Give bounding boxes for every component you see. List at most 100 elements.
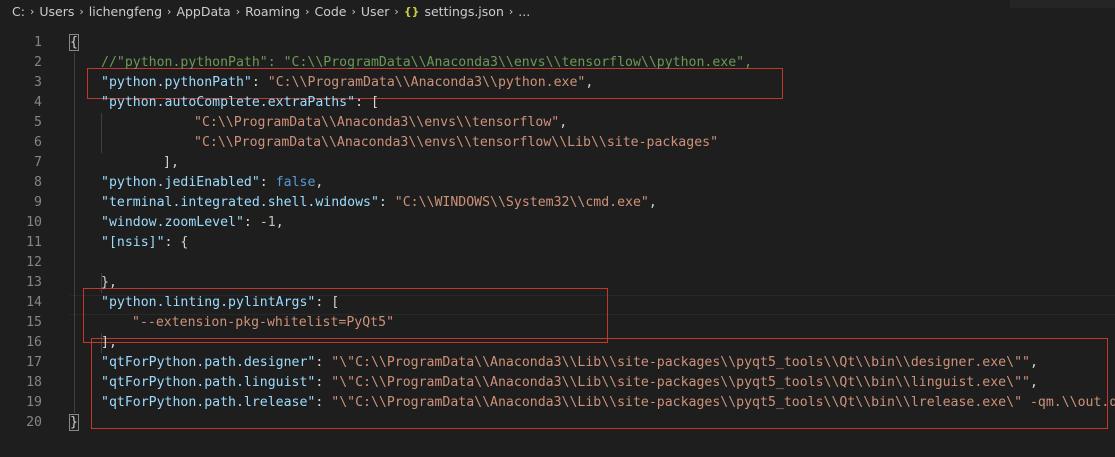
code-token: "[nsis]" [101, 235, 165, 250]
code-line: 17 "qtForPython.path.designer": "\"C:\\Pr… [0, 353, 1115, 373]
line-number: 11 [26, 235, 42, 250]
code-token: , [1029, 375, 1038, 390]
code-token: //"python.pythonPath": "C:\\ProgramData\… [101, 55, 753, 70]
code-line: 2 //"python.pythonPath": "C:\\ProgramData… [0, 53, 1115, 73]
code-token: -1 [259, 215, 276, 230]
line-number: 5 [34, 115, 42, 130]
code-token: : [378, 195, 395, 210]
code-token: "\"C:\\ProgramData\\Anaconda3\\Lib\\site… [331, 395, 1115, 410]
code-line: 8 "python.jediEnabled": false, [0, 173, 1115, 193]
code-content: "qtForPython.path.designer": "\"C:\\Prog… [101, 353, 1038, 373]
line-number: 2 [34, 55, 42, 70]
code-token: "qtForPython.path.lrelease" [101, 395, 316, 410]
code-token: { [69, 34, 79, 51]
line-number: 16 [26, 335, 42, 350]
code-content: "--extension-pkg-whitelist=PyQt5" [132, 313, 394, 333]
line-number: 7 [34, 155, 42, 170]
breadcrumb-item[interactable]: User [361, 4, 390, 19]
code-token: "--extension-pkg-whitelist=PyQt5" [132, 315, 395, 330]
code-token: } [69, 414, 79, 431]
code-line: 12 [0, 253, 1115, 273]
code-token: ], [163, 155, 179, 170]
code-token: "python.linting.pylintArgs" [101, 295, 316, 310]
breadcrumb-item[interactable]: Roaming [245, 4, 300, 19]
code-content: }, [101, 273, 117, 293]
code-token: : [315, 355, 332, 370]
code-token: : [ [355, 95, 379, 110]
breadcrumb-item[interactable]: AppData [176, 4, 230, 19]
code-token: "python.pythonPath" [101, 75, 252, 90]
code-line: 20} [0, 413, 1115, 433]
code-line: 19 "qtForPython.path.lrelease": "\"C:\\Pr… [0, 393, 1115, 413]
code-token: , [585, 75, 594, 90]
code-line: 18 "qtForPython.path.linguist": "\"C:\\Pr… [0, 373, 1115, 393]
line-number: 20 [26, 415, 42, 430]
code-line: 13}, [0, 273, 1115, 293]
line-number: 3 [34, 75, 42, 90]
code-content: ], [163, 153, 179, 173]
breadcrumb-file[interactable]: settings.json [424, 4, 503, 19]
code-token: }, [101, 275, 117, 290]
code-line: 14 "python.linting.pylintArgs": [ [0, 293, 1115, 313]
code-token: , [559, 115, 568, 130]
line-number: 14 [26, 295, 42, 310]
code-content: } [69, 413, 79, 433]
breadcrumb-item[interactable]: lichengfeng [89, 4, 162, 19]
line-number: 6 [34, 135, 42, 150]
chevron-right-icon: › [351, 4, 356, 18]
chevron-right-icon: › [29, 4, 35, 18]
code-content: { [69, 33, 79, 53]
code-token: "python.autoComplete.extraPaths" [101, 95, 356, 110]
breadcrumb: C: › Users › lichengfeng › AppData › Roaming › Cod… [0, 0, 1115, 22]
chevron-right-icon: › [235, 4, 241, 18]
code-token: "python.jediEnabled" [101, 175, 260, 190]
code-line: 16], [0, 333, 1115, 353]
line-number: 13 [26, 275, 42, 290]
code-content: "python.linting.pylintArgs": [ [101, 293, 339, 313]
code-line: 9 "terminal.integrated.shell.windows": "C… [0, 193, 1115, 213]
code-content: "python.pythonPath": "C:\\ProgramData\\A… [101, 73, 593, 93]
chevron-right-icon: › [79, 4, 84, 18]
chevron-right-icon: › [305, 4, 310, 18]
code-token: "qtForPython.path.linguist" [101, 375, 316, 390]
code-token: "\"C:\\ProgramData\\Anaconda3\\Lib\\site… [331, 375, 1030, 390]
code-token: "\"C:\\ProgramData\\Anaconda3\\Lib\\site… [331, 355, 1030, 370]
breadcrumb-item[interactable]: C: [12, 4, 25, 19]
code-token: "window.zoomLevel" [101, 215, 244, 230]
breadcrumb-item[interactable]: Code [314, 4, 346, 19]
code-token: "C:\\ProgramData\\Anaconda3\\envs\\tenso… [194, 135, 719, 150]
line-number: 15 [26, 315, 42, 330]
code-content: "python.jediEnabled": false, [101, 173, 323, 193]
code-line: 7], [0, 153, 1115, 173]
line-number: 18 [26, 375, 42, 390]
code-token: "terminal.integrated.shell.windows" [101, 195, 379, 210]
line-number: 12 [26, 255, 42, 270]
breadcrumb-item[interactable]: Users [39, 4, 74, 19]
code-line: 10 "window.zoomLevel": -1, [0, 213, 1115, 233]
line-number: 19 [26, 395, 42, 410]
code-line: 3 "python.pythonPath": "C:\\ProgramData\\… [0, 73, 1115, 93]
code-token: : [243, 215, 260, 230]
code-token: : [259, 175, 276, 190]
chevron-right-icon: › [394, 4, 399, 18]
line-number: 1 [34, 35, 42, 50]
code-content: ], [101, 333, 117, 353]
code-editor[interactable]: 1{2//"python.pythonPath": "C:\\ProgramDa… [0, 33, 1115, 453]
breadcrumb-ellipsis[interactable]: ... [518, 4, 530, 19]
code-content: "[nsis]": { [101, 233, 188, 253]
code-token: : [315, 375, 332, 390]
code-token: , [1029, 355, 1038, 370]
code-content: "C:\\ProgramData\\Anaconda3\\envs\\tenso… [194, 133, 718, 153]
code-content: "python.autoComplete.extraPaths": [ [101, 93, 379, 113]
code-token: , [275, 215, 284, 230]
tab-strip [1010, 0, 1115, 8]
code-token: : [315, 395, 332, 410]
code-content: //"python.pythonPath": "C:\\ProgramData\… [101, 53, 752, 73]
code-token: : [251, 75, 268, 90]
code-line: 1{ [0, 33, 1115, 53]
code-token: , [648, 195, 657, 210]
code-content: "terminal.integrated.shell.windows": "C:… [101, 193, 657, 213]
line-number: 17 [26, 355, 42, 370]
code-token: , [315, 175, 324, 190]
code-line: 11 "[nsis]": { [0, 233, 1115, 253]
